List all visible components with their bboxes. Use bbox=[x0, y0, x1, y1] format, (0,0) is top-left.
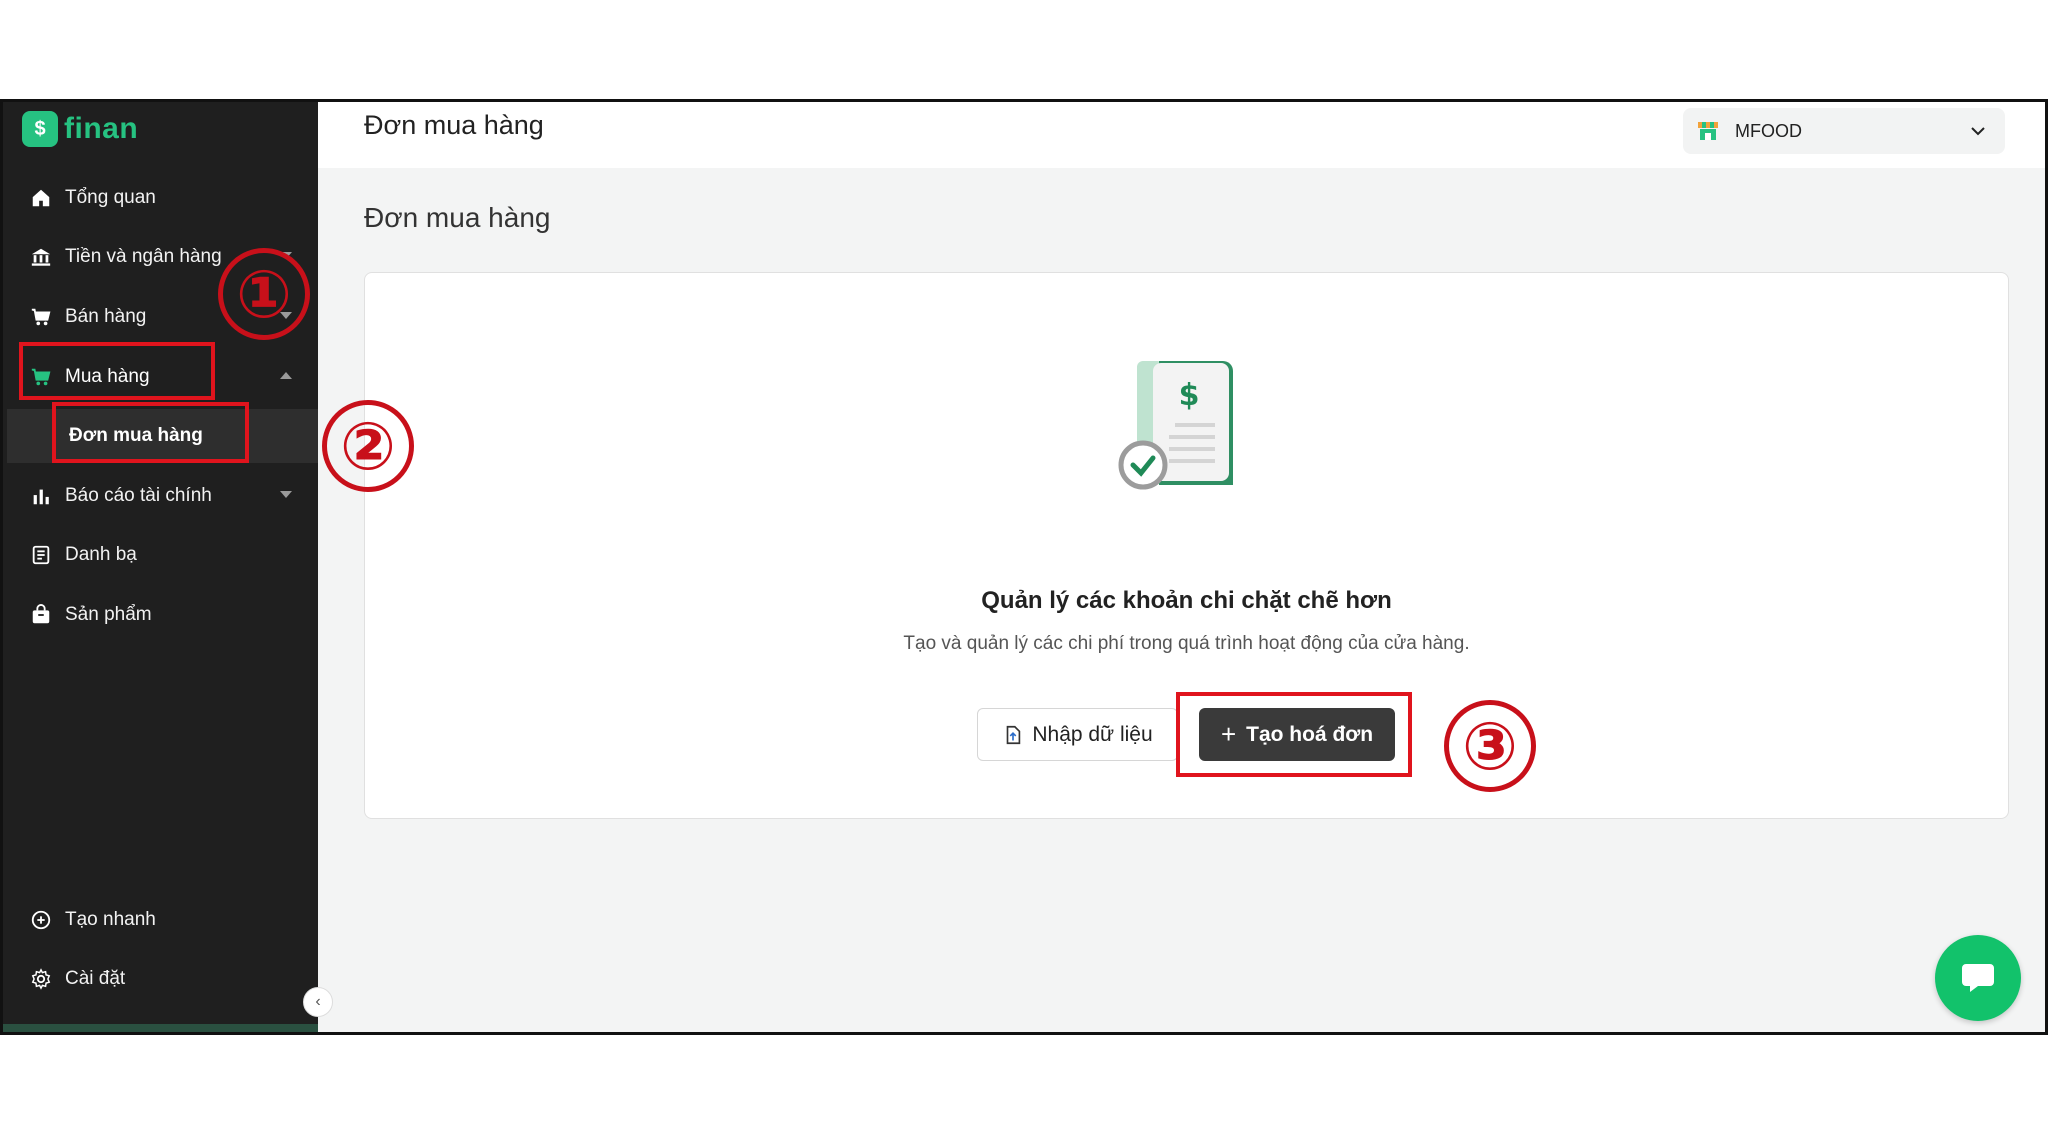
import-data-button[interactable]: Nhập dữ liệu bbox=[977, 708, 1178, 761]
highlight-box-purchase-orders bbox=[52, 402, 249, 463]
sidebar-item-label: Tiền và ngân hàng bbox=[65, 246, 222, 267]
sidebar: $ finan Tổng quan Tiền và ngân hàng Bán … bbox=[3, 102, 318, 1032]
store-selector[interactable]: MFOOD bbox=[1683, 108, 2005, 154]
invoice-illustration-icon: $ bbox=[1118, 361, 1233, 490]
sidebar-item-label: Bán hàng bbox=[65, 306, 147, 327]
sidebar-item-label: Cài đặt bbox=[65, 968, 126, 989]
annotation-number-2: ② bbox=[322, 400, 414, 492]
import-button-label: Nhập dữ liệu bbox=[1032, 722, 1153, 746]
app-window: $ finan Tổng quan Tiền và ngân hàng Bán … bbox=[0, 99, 2048, 1035]
upload-file-icon bbox=[1007, 725, 1021, 744]
chevron-down-icon bbox=[280, 491, 292, 498]
logo-icon: $ bbox=[22, 111, 58, 147]
chat-icon bbox=[1962, 964, 1994, 992]
sidebar-item-label: Tổng quan bbox=[65, 187, 156, 208]
sidebar-item-label: Tạo nhanh bbox=[65, 909, 156, 930]
plus-circle-icon bbox=[29, 908, 53, 932]
sidebar-item-financial-reports[interactable]: Báo cáo tài chính bbox=[3, 469, 318, 523]
empty-state-title: Quản lý các khoản chi chặt chẽ hơn bbox=[981, 587, 1392, 614]
top-bar: Đơn mua hàng MFOOD bbox=[318, 102, 2045, 168]
sidebar-item-contacts[interactable]: Danh bạ bbox=[3, 528, 318, 582]
chevron-up-icon bbox=[280, 372, 292, 379]
sidebar-item-products[interactable]: Sản phẩm bbox=[3, 588, 318, 642]
logo-text: finan bbox=[64, 112, 139, 145]
empty-state-subtitle: Tạo và quản lý các chi phí trong quá trì… bbox=[903, 633, 1470, 654]
store-icon bbox=[1698, 122, 1718, 140]
annotation-number-3: ③ bbox=[1444, 700, 1536, 792]
cart-icon bbox=[29, 305, 53, 329]
chevron-left-icon: ‹ bbox=[315, 993, 321, 1010]
sidebar-item-label: Báo cáo tài chính bbox=[65, 485, 212, 506]
sidebar-item-label: Sản phẩm bbox=[65, 604, 152, 625]
svg-text:$: $ bbox=[1179, 378, 1200, 413]
app-logo[interactable]: $ finan bbox=[22, 108, 138, 150]
header-title: Đơn mua hàng bbox=[364, 110, 544, 140]
store-name: MFOOD bbox=[1735, 120, 1802, 141]
home-icon bbox=[29, 186, 53, 210]
sidebar-item-settings[interactable]: Cài đặt bbox=[3, 952, 318, 1006]
sidebar-collapse-button[interactable]: ‹ bbox=[303, 987, 333, 1017]
chevron-down-icon bbox=[1971, 127, 1985, 136]
contacts-icon bbox=[29, 543, 53, 567]
page-title: Đơn mua hàng bbox=[364, 202, 551, 233]
sidebar-item-quick-create[interactable]: Tạo nhanh bbox=[3, 893, 318, 947]
product-box-icon bbox=[29, 603, 53, 627]
sidebar-item-label: Danh bạ bbox=[65, 544, 137, 565]
annotation-number-1: ① bbox=[218, 248, 310, 340]
status-url-strip bbox=[3, 1024, 318, 1032]
highlight-box-purchases bbox=[19, 342, 215, 400]
bar-chart-icon bbox=[29, 484, 53, 508]
gear-icon bbox=[29, 967, 53, 991]
highlight-box-create-invoice bbox=[1176, 692, 1412, 777]
sidebar-item-overview[interactable]: Tổng quan bbox=[3, 171, 318, 225]
chat-support-button[interactable] bbox=[1935, 935, 2021, 1021]
bank-icon bbox=[29, 245, 53, 269]
